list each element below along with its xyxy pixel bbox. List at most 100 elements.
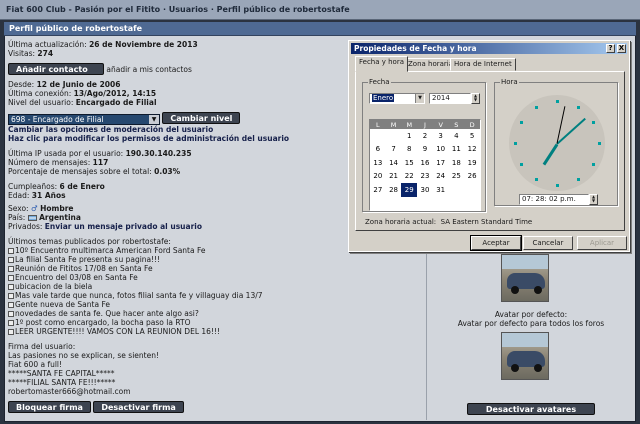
calendar-day[interactable]: 21 bbox=[386, 170, 402, 184]
list-item[interactable]: ubicacion de la biela bbox=[8, 282, 423, 291]
calendar-day[interactable]: 9 bbox=[417, 143, 433, 157]
calendar-day[interactable]: 26 bbox=[464, 170, 480, 184]
clock-hour-mark bbox=[519, 121, 523, 124]
list-item[interactable]: LEER URGENTE!!!! VAMOS CON LA REUNION DE… bbox=[8, 327, 423, 336]
calendar-day[interactable]: 11 bbox=[449, 143, 465, 157]
calendar-day[interactable]: 28 bbox=[386, 183, 402, 197]
disable-signature-button[interactable]: Desactivar firma bbox=[93, 400, 184, 413]
calendar-day bbox=[370, 129, 386, 143]
calendar-day[interactable]: 31 bbox=[433, 183, 449, 197]
tab-date-time[interactable]: Fecha y hora bbox=[355, 56, 409, 72]
calendar-day[interactable]: 29 bbox=[401, 183, 418, 197]
calendar-day[interactable]: 22 bbox=[401, 170, 417, 184]
cancel-button[interactable]: Cancelar bbox=[523, 236, 573, 250]
topic-icon bbox=[8, 310, 14, 317]
calendar-day[interactable]: 6 bbox=[370, 143, 386, 157]
level-select[interactable]: 698 - Encargado de Filial ▼ bbox=[8, 113, 160, 125]
weekday-header: S bbox=[448, 120, 465, 129]
analog-clock bbox=[509, 95, 605, 191]
topic-link[interactable]: Gente nueva de Santa Fe bbox=[15, 300, 110, 309]
list-item[interactable]: La filial Santa Fe presenta su pagina!!! bbox=[8, 255, 423, 264]
calendar-day[interactable]: 3 bbox=[433, 129, 449, 143]
calendar-day[interactable]: 7 bbox=[386, 143, 402, 157]
topic-link[interactable]: Encuentro del 03/08 en Santa Fe bbox=[15, 273, 138, 282]
date-group-label: Fecha bbox=[368, 78, 391, 86]
month-select[interactable]: Enero ▼ bbox=[369, 93, 425, 104]
topic-link[interactable]: LEER URGENTE!!!! VAMOS CON LA REUNION DE… bbox=[15, 327, 220, 336]
calendar-day[interactable]: 16 bbox=[417, 156, 433, 170]
year-spinner[interactable]: ▲ ▼ bbox=[471, 93, 480, 104]
calendar-day[interactable]: 17 bbox=[433, 156, 449, 170]
timezone-label: Zona horaria actual: bbox=[365, 218, 437, 226]
calendar-day[interactable]: 30 bbox=[417, 183, 433, 197]
calendar-day[interactable]: 12 bbox=[464, 143, 480, 157]
dialog-title: Propiedades de Fecha y hora bbox=[354, 44, 477, 53]
calendar-day[interactable]: 15 bbox=[401, 156, 417, 170]
time-field[interactable]: 07: 28: 02 p.m. bbox=[519, 194, 589, 205]
chevron-down-icon: ▼ bbox=[149, 114, 159, 124]
birthday-value: 6 de Enero bbox=[59, 181, 105, 191]
last-connection-value: 13/Ago/2012, 14:15 bbox=[73, 89, 157, 98]
weekday-header: M bbox=[385, 120, 402, 129]
change-level-button[interactable]: Cambiar nivel bbox=[162, 112, 241, 124]
calendar-day[interactable]: 4 bbox=[449, 129, 465, 143]
help-icon[interactable]: ? bbox=[606, 44, 615, 53]
sex-value: Hombre bbox=[40, 203, 74, 213]
breadcrumb-users[interactable]: Usuarios bbox=[169, 5, 208, 14]
list-item[interactable]: Mas vale tarde que nunca, fotos filial s… bbox=[8, 291, 423, 300]
level-label: Nivel del usuario: bbox=[8, 98, 74, 107]
time-spinner[interactable]: ▲ ▼ bbox=[589, 194, 598, 205]
topic-link[interactable]: novedades de santa fe. Que hacer ante al… bbox=[15, 309, 199, 318]
list-item[interactable]: Gente nueva de Santa Fe bbox=[8, 300, 423, 309]
panel-header: Perfil público de robertostafe bbox=[4, 22, 636, 36]
messages-value: 117 bbox=[92, 157, 109, 167]
percent-value: 0.03% bbox=[154, 166, 181, 176]
calendar-day[interactable]: 24 bbox=[433, 170, 449, 184]
list-item[interactable]: Reunión de Fititos 17/08 en Santa Fe bbox=[8, 264, 423, 273]
topic-link[interactable]: Reunión de Fititos 17/08 en Santa Fe bbox=[15, 264, 153, 273]
datetime-dialog: Propiedades de Fecha y hora ? X Fecha y … bbox=[348, 40, 630, 252]
topic-icon bbox=[8, 319, 14, 326]
topic-link[interactable]: 1º post como encargado, la bocha paso la… bbox=[15, 318, 191, 327]
list-item[interactable]: 1º post como encargado, la bocha paso la… bbox=[8, 318, 423, 327]
birthday-label: Cumpleaños: bbox=[8, 181, 58, 191]
user-avatar bbox=[501, 254, 549, 302]
list-item[interactable]: novedades de santa fe. Que hacer ante al… bbox=[8, 309, 423, 318]
calendar-day[interactable]: 18 bbox=[449, 156, 465, 170]
calendar-day[interactable]: 23 bbox=[417, 170, 433, 184]
year-field[interactable]: 2014 bbox=[429, 93, 471, 104]
ok-button[interactable]: Aceptar bbox=[470, 235, 522, 251]
calendar-day[interactable]: 19 bbox=[464, 156, 480, 170]
calendar-day[interactable]: 10 bbox=[433, 143, 449, 157]
timezone-row: Zona horaria actual: SA Eastern Standard… bbox=[365, 218, 532, 226]
calendar-day[interactable]: 5 bbox=[464, 129, 480, 143]
calendar-day[interactable]: 25 bbox=[449, 170, 465, 184]
calendar-day[interactable]: 1 bbox=[401, 129, 417, 143]
send-private-message-link[interactable]: Enviar un mensaje privado al usuario bbox=[45, 222, 202, 231]
apply-button[interactable]: Aplicar bbox=[577, 236, 627, 250]
calendar-day[interactable]: 20 bbox=[370, 170, 386, 184]
calendar-day[interactable]: 8 bbox=[401, 143, 417, 157]
topic-link[interactable]: ubicacion de la biela bbox=[15, 282, 92, 291]
add-contact-button[interactable]: Añadir contacto bbox=[8, 63, 104, 75]
calendar-day[interactable]: 13 bbox=[370, 156, 386, 170]
disable-avatars-button[interactable]: Desactivar avatares bbox=[467, 403, 595, 415]
age-value: 31 Años bbox=[31, 190, 66, 200]
close-icon[interactable]: X bbox=[617, 44, 626, 53]
level-select-value: 698 - Encargado de Filial bbox=[11, 114, 104, 124]
topic-link[interactable]: 10º Encuentro multimarca American Ford S… bbox=[15, 246, 205, 255]
signature-line: *****FILIAL SANTA FE!!!***** bbox=[8, 377, 116, 387]
clock-hour-mark bbox=[535, 105, 538, 109]
block-signature-button[interactable]: Bloquear firma bbox=[8, 400, 91, 413]
tab-internet-time[interactable]: Hora de Internet bbox=[450, 58, 516, 71]
country-label: País: bbox=[8, 212, 26, 222]
topic-link[interactable]: La filial Santa Fe presenta su pagina!!! bbox=[15, 255, 160, 264]
hour-hand bbox=[542, 143, 559, 166]
breadcrumb-forum[interactable]: Fiat 600 Club - Pasión por el Fitito bbox=[6, 5, 160, 14]
calendar-day[interactable]: 27 bbox=[370, 183, 386, 197]
top-bar: Fiat 600 Club - Pasión por el Fitito · U… bbox=[0, 0, 640, 20]
list-item[interactable]: Encuentro del 03/08 en Santa Fe bbox=[8, 273, 423, 282]
calendar-day[interactable]: 2 bbox=[417, 129, 433, 143]
topic-link[interactable]: Mas vale tarde que nunca, fotos filial s… bbox=[15, 291, 263, 300]
calendar-day[interactable]: 14 bbox=[386, 156, 402, 170]
